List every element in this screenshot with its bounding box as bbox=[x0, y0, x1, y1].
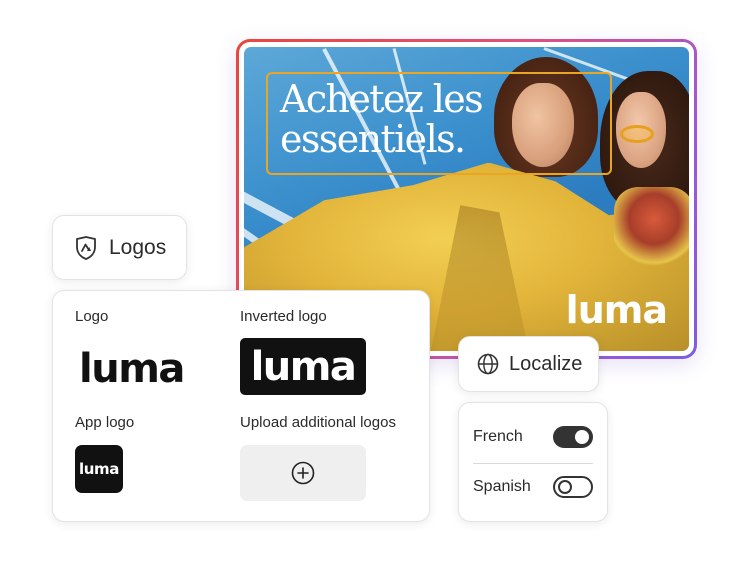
inverted-logo-label: Inverted logo bbox=[240, 308, 327, 325]
localize-chip-label: Localize bbox=[509, 352, 583, 375]
patterned-scarf bbox=[614, 187, 689, 267]
divider bbox=[473, 463, 593, 464]
upload-logos-label: Upload additional logos bbox=[240, 414, 396, 431]
logos-chip-label: Logos bbox=[109, 235, 167, 259]
localize-chip[interactable]: Localize bbox=[458, 336, 599, 392]
sunglasses bbox=[620, 125, 654, 143]
hero-brand-logo: luma bbox=[565, 288, 668, 332]
logo-label: Logo bbox=[75, 308, 109, 325]
languages-panel: French Spanish bbox=[458, 402, 608, 522]
headline-line: Achetez les bbox=[280, 77, 484, 121]
primary-logo[interactable]: luma bbox=[79, 346, 185, 392]
toggle-knob bbox=[558, 480, 572, 494]
shield-logo-icon bbox=[75, 235, 97, 260]
inverted-logo[interactable]: luma bbox=[240, 338, 366, 395]
headline-line: essentiels. bbox=[280, 117, 466, 161]
language-row-spanish: Spanish bbox=[473, 467, 593, 507]
upload-logo-button[interactable] bbox=[240, 445, 366, 501]
hero-headline: Achetez les essentiels. bbox=[280, 79, 610, 159]
language-label: French bbox=[473, 428, 523, 445]
app-logo-label: App logo bbox=[75, 414, 135, 431]
plus-circle-icon bbox=[291, 461, 315, 485]
language-label: Spanish bbox=[473, 478, 531, 495]
spanish-toggle[interactable] bbox=[553, 476, 593, 498]
app-logo[interactable]: luma bbox=[75, 445, 123, 493]
toggle-knob bbox=[575, 430, 589, 444]
logos-chip[interactable]: Logos bbox=[52, 215, 187, 280]
globe-icon bbox=[477, 353, 499, 375]
logos-panel: Logo Inverted logo luma luma App logo Up… bbox=[52, 290, 430, 522]
french-toggle[interactable] bbox=[553, 426, 593, 448]
language-row-french: French bbox=[473, 417, 593, 457]
